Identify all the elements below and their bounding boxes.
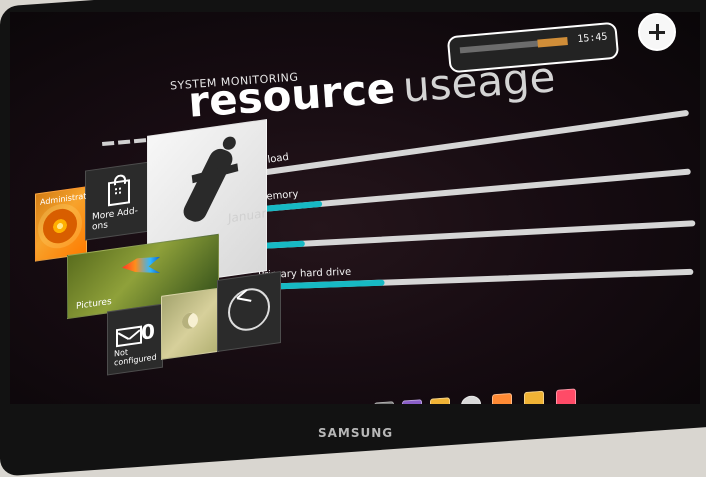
- taskbar: [360, 386, 605, 404]
- add-button[interactable]: [638, 13, 676, 51]
- third-resource-meter: [240, 205, 700, 250]
- taskbar-icon[interactable]: [402, 399, 422, 404]
- bag-icon: [108, 179, 130, 207]
- taskbar-icon[interactable]: [524, 390, 544, 404]
- weather-tile[interactable]: [161, 287, 219, 360]
- taskbar-icon[interactable]: [430, 397, 450, 404]
- dot: [117, 139, 131, 145]
- resource-track: [240, 220, 696, 250]
- tile-label: Pictures: [76, 296, 112, 312]
- taskbar-icon[interactable]: [374, 401, 394, 404]
- tile-label: January: [228, 205, 267, 226]
- mail-icon: [116, 325, 142, 348]
- top-status-text: 15:45: [576, 31, 608, 46]
- title-part-1: resource: [186, 63, 397, 127]
- desktop-screen: SYSTEM MONITORING resourceuseage 15:45 P…: [10, 12, 700, 404]
- tile-label: Administrator: [40, 190, 87, 207]
- mail-tile[interactable]: 0 Not configured: [107, 303, 163, 376]
- more-addons-tile[interactable]: More Add-ons: [85, 161, 149, 241]
- parrot-icon: [122, 255, 160, 278]
- moon-icon: [182, 311, 198, 330]
- dot: [102, 140, 115, 147]
- dot: [133, 138, 147, 144]
- primary-hard-drive-meter: Primary hard drive: [258, 254, 700, 290]
- taskbar-icon[interactable]: [556, 388, 576, 404]
- brand-logo: SAMSUNG: [318, 426, 394, 440]
- taskbar-icon[interactable]: [461, 395, 481, 404]
- top-status-widget: 15:45: [446, 21, 620, 74]
- top-status-highlight: [537, 36, 568, 48]
- clock-tile[interactable]: [217, 271, 281, 353]
- mail-count: 0: [141, 318, 155, 345]
- clock-icon: [228, 285, 270, 334]
- taskbar-icon[interactable]: [492, 392, 512, 404]
- tile-grid: Administrator More Add-ons January Pictu…: [25, 118, 301, 404]
- tile-label: More Add-ons: [92, 206, 138, 233]
- administrator-tile[interactable]: Administrator: [35, 186, 87, 262]
